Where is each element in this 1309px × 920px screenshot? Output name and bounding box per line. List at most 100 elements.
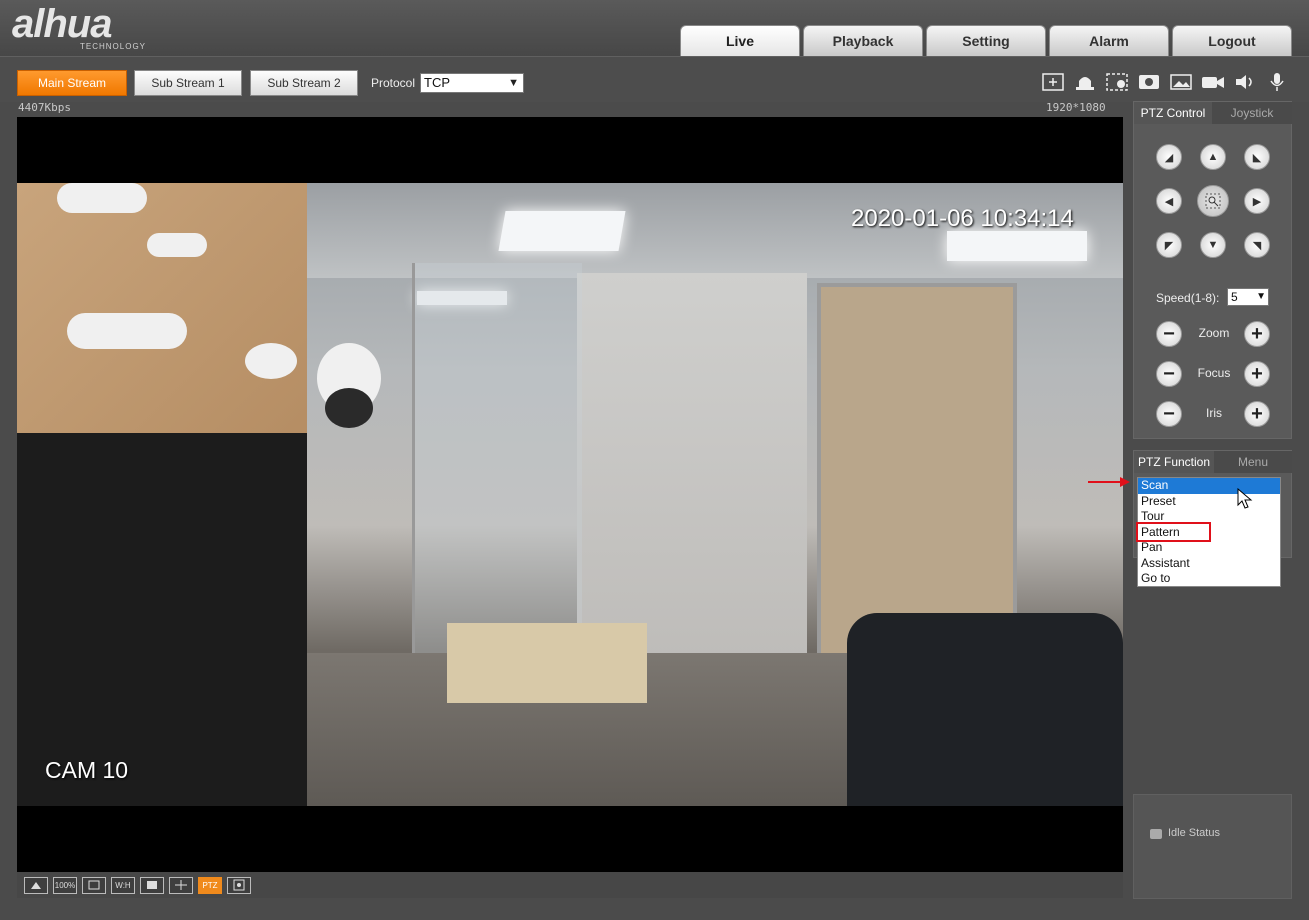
zoom-label: Zoom [1198, 326, 1230, 340]
speed-value: 5 [1231, 290, 1238, 304]
ptz-up-left-button[interactable]: ◢ [1156, 144, 1182, 170]
original-size-button[interactable]: 100% [53, 876, 77, 894]
speed-select[interactable]: 5 ▼ [1227, 288, 1269, 306]
brand-sub: TECHNOLOGY [80, 42, 147, 51]
resolution-readout: 1920*1080 [1046, 101, 1106, 114]
plus-icon: + [1251, 323, 1263, 345]
focus-far-button[interactable]: + [1244, 361, 1270, 387]
arrow-left-icon: ◀ [1164, 195, 1174, 208]
ptz-button[interactable]: PTZ [198, 876, 222, 894]
brand-logo: alhua TECHNOLOGY [12, 2, 145, 51]
sub-stream-2-button[interactable]: Sub Stream 2 [250, 70, 358, 96]
microphone-icon[interactable] [1265, 71, 1289, 93]
tab-ptz-control[interactable]: PTZ Control [1134, 102, 1212, 124]
sub-stream-1-button[interactable]: Sub Stream 1 [134, 70, 242, 96]
camera-feed [17, 183, 1123, 806]
chevron-down-icon: ▼ [508, 77, 519, 89]
protocol-select[interactable]: TCP ▼ [420, 73, 524, 93]
bullet-camera [67, 313, 187, 349]
equipment-rack [17, 433, 307, 806]
image-icon[interactable] [1169, 71, 1193, 93]
bullet-camera [57, 183, 147, 213]
sofa [847, 613, 1123, 806]
tab-live[interactable]: Live [680, 25, 800, 56]
protocol-label: Protocol [371, 76, 416, 90]
status-panel: Idle Status [1133, 794, 1292, 899]
ptz-right-button[interactable]: ▶ [1244, 188, 1270, 214]
arrow-up-icon: ▲ [1207, 151, 1219, 163]
bitrate-readout: 4407Kbps [18, 101, 71, 114]
focus-icon[interactable] [227, 876, 251, 894]
ptz-control-panel: PTZ Control Joystick ◢ ▲ ◣ ◀ ▶ ◤ ▼ ◥ Spe… [1133, 101, 1292, 439]
ptz-left-button[interactable]: ◀ [1156, 188, 1182, 214]
zoom-in-button[interactable]: + [1244, 321, 1270, 347]
fit-icon[interactable] [82, 876, 106, 894]
ptz-3d-position-button[interactable] [1197, 185, 1229, 217]
ptz-down-button[interactable]: ▼ [1200, 232, 1226, 258]
ptz-up-button[interactable]: ▲ [1200, 144, 1226, 170]
tab-alarm[interactable]: Alarm [1049, 25, 1169, 56]
aspect-ratio-button[interactable]: W:H [111, 876, 135, 894]
crop-icon[interactable] [24, 876, 48, 894]
status-text: Idle Status [1168, 827, 1220, 839]
plus-icon: + [1251, 403, 1263, 425]
option-go-to[interactable]: Go to [1138, 571, 1280, 587]
arrow-down-left-icon: ◤ [1164, 239, 1174, 252]
ptz-dome-lens [325, 388, 373, 428]
option-preset[interactable]: Preset [1138, 494, 1280, 510]
iris-label: Iris [1206, 406, 1222, 420]
video-camera-icon[interactable] [1201, 71, 1225, 93]
option-pan[interactable]: Pan [1138, 540, 1280, 556]
header: alhua TECHNOLOGY Live Playback Setting A… [0, 0, 1309, 56]
brand-name: alhua [12, 2, 112, 46]
tab-logout[interactable]: Logout [1172, 25, 1292, 56]
osd-timestamp: 2020-01-06 10:34:14 [851, 205, 1074, 232]
tab-setting[interactable]: Setting [926, 25, 1046, 56]
bullet-camera [147, 233, 207, 257]
ptz-up-right-button[interactable]: ◣ [1244, 144, 1270, 170]
protocol-value: TCP [424, 75, 450, 90]
arrow-down-icon: ▼ [1207, 239, 1219, 251]
live-video[interactable]: 2020-01-06 10:34:14 CAM 10 [17, 117, 1123, 872]
annotation-arrow-icon [1088, 477, 1130, 487]
main-nav: Live Playback Setting Alarm Logout [680, 25, 1292, 56]
alarm-bell-icon[interactable] [1073, 71, 1097, 93]
grid-icon[interactable] [169, 876, 193, 894]
ptz-down-right-button[interactable]: ◥ [1244, 232, 1270, 258]
arrow-up-left-icon: ◢ [1164, 151, 1174, 164]
ceiling-light [498, 211, 626, 251]
app-root: alhua TECHNOLOGY Live Playback Setting A… [0, 0, 1309, 920]
iris-open-button[interactable]: + [1244, 401, 1270, 427]
speaker-icon[interactable] [1233, 71, 1257, 93]
zoom-region-icon[interactable] [1041, 71, 1065, 93]
tool-icons [1041, 71, 1289, 93]
tab-ptz-function[interactable]: PTZ Function [1134, 451, 1214, 473]
plus-icon: + [1251, 363, 1263, 385]
arrow-down-right-icon: ◥ [1252, 239, 1262, 252]
magnifier-icon [1205, 193, 1221, 209]
tab-joystick[interactable]: Joystick [1212, 102, 1292, 124]
snapshot-region-icon[interactable] [1105, 71, 1129, 93]
focus-label: Focus [1197, 366, 1231, 380]
option-scan[interactable]: Scan [1138, 478, 1280, 494]
ptz-down-left-button[interactable]: ◤ [1156, 232, 1182, 258]
main-stream-button[interactable]: Main Stream [17, 70, 127, 96]
arrow-right-icon: ▶ [1252, 195, 1262, 208]
tab-playback[interactable]: Playback [803, 25, 923, 56]
mini-dome-camera [245, 343, 297, 379]
mouse-cursor-icon [1237, 488, 1253, 509]
tab-menu[interactable]: Menu [1214, 451, 1292, 473]
back-wall [577, 273, 807, 683]
ceiling-light [947, 231, 1087, 261]
video-control-bar: 100% W:H PTZ [17, 872, 1123, 898]
speed-label: Speed(1-8): [1156, 291, 1220, 305]
arrow-up-right-icon: ◣ [1252, 151, 1262, 164]
record-icon[interactable] [1137, 71, 1161, 93]
osd-channel-name: CAM 10 [45, 757, 129, 783]
table [447, 623, 647, 703]
chevron-down-icon: ▼ [1256, 291, 1266, 302]
ratio-icon[interactable] [140, 876, 164, 894]
option-assistant[interactable]: Assistant [1138, 556, 1280, 572]
annotation-highlight-box [1136, 522, 1211, 542]
stream-toolbar: Main Stream Sub Stream 1 Sub Stream 2 Pr… [0, 56, 1309, 102]
